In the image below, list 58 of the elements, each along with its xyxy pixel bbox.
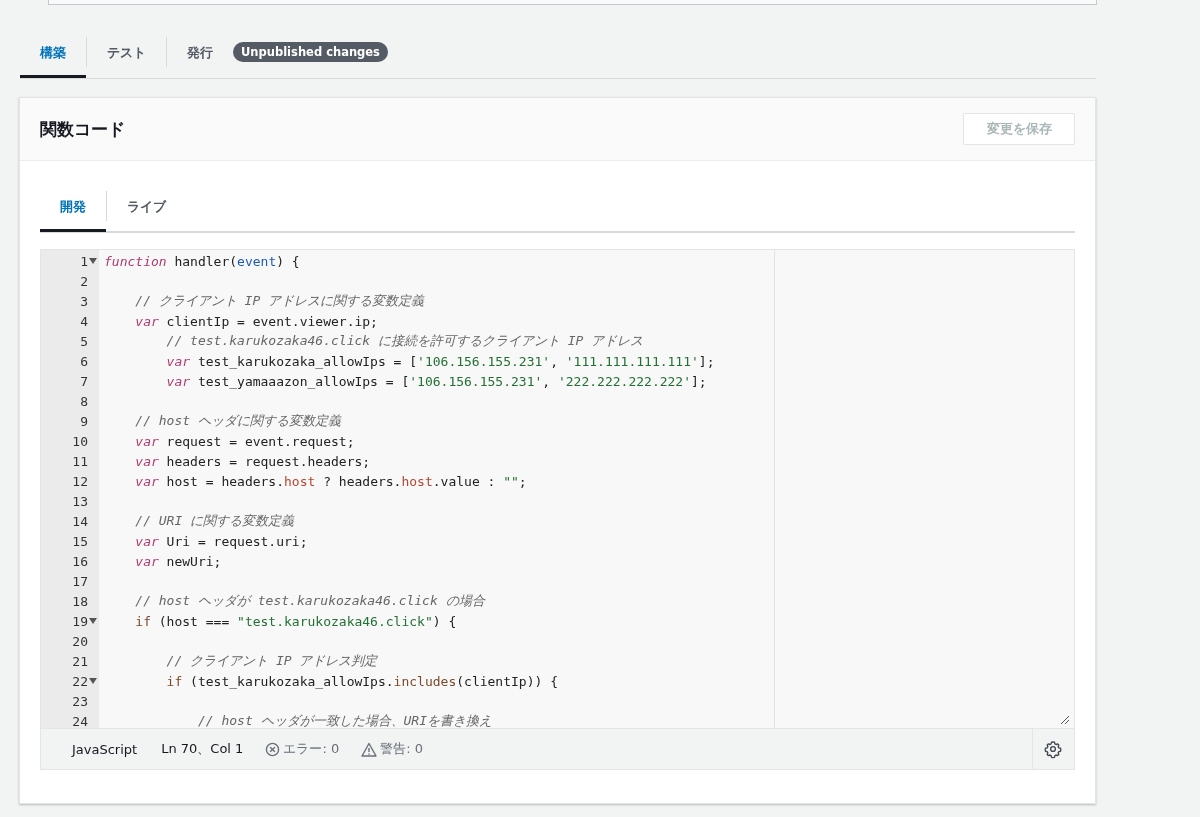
line-number: 13 bbox=[72, 493, 88, 509]
line-number: 22 bbox=[72, 673, 88, 689]
line-number: 16 bbox=[72, 553, 88, 569]
line-number: 11 bbox=[72, 453, 88, 469]
code-line: var host = headers.host ? headers.host.value : ""; bbox=[134, 473, 527, 489]
code-line: var test_karukozaka_allowIps = ['106.156.155.231', '111.111.111.111']; bbox=[165, 353, 715, 369]
code-line: var Uri = request.uri; bbox=[134, 533, 308, 549]
code-line: var test_yamaaazon_allowIps = ['106.156.155.231', '222.222.222.222']; bbox=[165, 373, 707, 389]
error-icon bbox=[265, 741, 281, 757]
code-line: var headers = request.headers; bbox=[134, 453, 371, 469]
line-number: 5 bbox=[80, 333, 88, 349]
code-line: // クライアント IP アドレス判定 bbox=[165, 652, 378, 670]
line-number: 21 bbox=[72, 653, 88, 669]
line-number: 15 bbox=[72, 533, 88, 549]
code-line: // host ヘッダに関する変数定義 bbox=[134, 412, 341, 430]
line-number: 24 bbox=[72, 713, 88, 728]
code-line: if (host === "test.karukozaka46.click") { bbox=[134, 613, 457, 629]
line-number: 17 bbox=[72, 573, 88, 589]
code-line: // URI に関する変数定義 bbox=[134, 512, 295, 530]
tab[interactable]: ライブ bbox=[107, 184, 186, 232]
fold-arrow-icon[interactable] bbox=[89, 258, 99, 264]
settings-icon[interactable] bbox=[1032, 729, 1062, 769]
line-number: 2 bbox=[80, 273, 88, 289]
panel-title: 関数コード bbox=[40, 117, 125, 141]
warning-count: 警告: 0 bbox=[380, 740, 423, 758]
fold-arrow-icon[interactable] bbox=[89, 678, 99, 684]
code-line: var newUri; bbox=[134, 553, 222, 569]
code-line: // test.karukozaka46.click に接続を許可するクライアント IP アドレス bbox=[165, 332, 644, 350]
line-number: 19 bbox=[72, 613, 88, 629]
code-line: var clientIp = event.viewer.ip; bbox=[134, 313, 378, 329]
code-line: // クライアント IP アドレスに関する変数定義 bbox=[134, 292, 425, 310]
code-line: if (test_karukozaka_allowIps.includes(clientIp)) { bbox=[165, 673, 558, 689]
code-line: // host ヘッダが一致した場合、URIを書き換え bbox=[196, 712, 492, 728]
tab[interactable]: テスト bbox=[87, 30, 166, 78]
line-number: 6 bbox=[80, 353, 88, 369]
warning-icon bbox=[361, 741, 378, 757]
line-number: 23 bbox=[72, 693, 88, 709]
fold-arrow-icon[interactable] bbox=[89, 618, 99, 624]
line-number: 14 bbox=[72, 513, 88, 529]
status-badge: Unpublished changes bbox=[233, 42, 388, 62]
line-number: 12 bbox=[72, 473, 88, 489]
cursor-position: Ln 70、Col 1 bbox=[161, 740, 244, 758]
code-line: function handler(event) { bbox=[104, 253, 300, 269]
line-number: 7 bbox=[80, 373, 88, 389]
tab[interactable]: 発行 bbox=[167, 30, 233, 78]
line-number: 8 bbox=[80, 393, 88, 409]
line-number: 18 bbox=[72, 593, 88, 609]
code-line: var request = event.request; bbox=[134, 433, 355, 449]
line-number: 3 bbox=[80, 293, 88, 309]
language-label: JavaScript bbox=[72, 741, 138, 757]
line-number: 20 bbox=[72, 633, 88, 649]
line-number: 1 bbox=[80, 253, 88, 269]
error-count: エラー: 0 bbox=[283, 740, 340, 758]
line-number: 9 bbox=[80, 413, 88, 429]
line-number: 4 bbox=[80, 313, 88, 329]
resize-handle-icon[interactable] bbox=[1060, 715, 1070, 725]
line-number: 10 bbox=[72, 433, 88, 449]
code-line: // host ヘッダが test.karukozaka46.click の場合 bbox=[134, 592, 485, 610]
